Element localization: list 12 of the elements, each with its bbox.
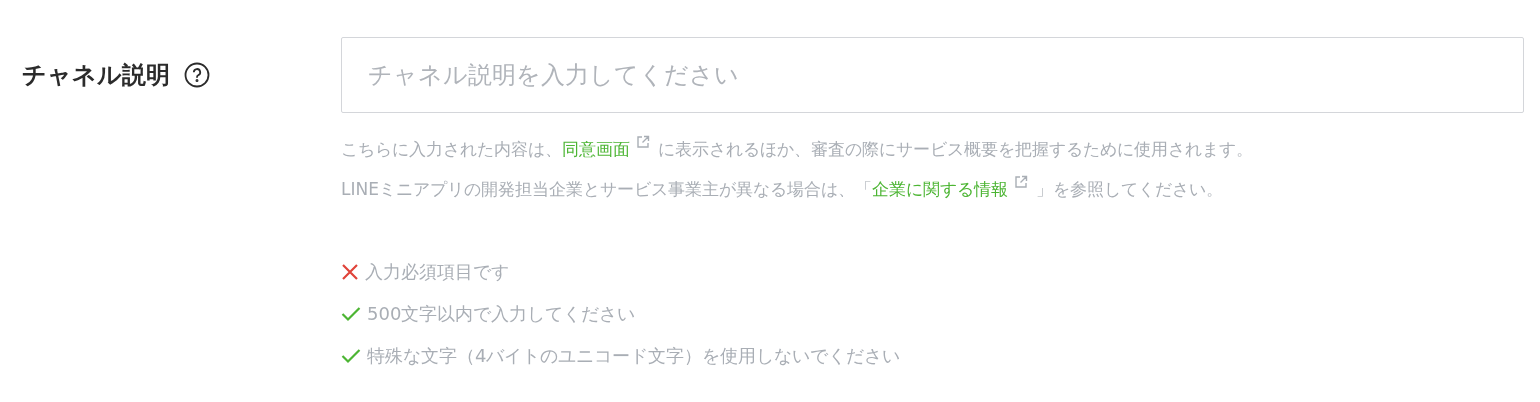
- external-link-icon: [636, 135, 650, 149]
- help-link[interactable]: 企業に関する情報: [871, 179, 1008, 199]
- validation-message: 入力必須項目です: [365, 259, 509, 284]
- validation-message: 500文字以内で入力してください: [367, 301, 636, 326]
- field-label: チャネル説明: [22, 60, 170, 91]
- validation-message: 特殊な文字（4バイトのユニコード文字）を使用しないでください: [367, 343, 901, 368]
- description-field[interactable]: チャネル説明を入力してください: [341, 37, 1524, 113]
- external-link-icon: [1013, 175, 1028, 189]
- help-text: こちらに入力された内容は、同意画面 に表示されるほか、審査の際にサービス概要を把握するために使用されます。: [341, 129, 1524, 169]
- help-text: LINEミニアプリの開発担当企業とサービス事業主が異なる場合は、「企業に関する情報 」を参照してください。: [341, 169, 1524, 209]
- help-link[interactable]: 同意画面: [562, 139, 630, 159]
- help-icon[interactable]: [184, 62, 210, 88]
